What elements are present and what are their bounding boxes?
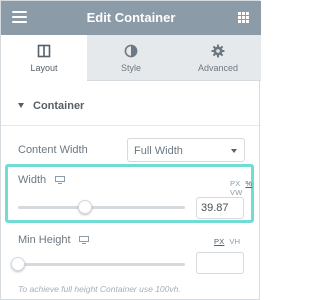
width-slider-track[interactable]	[18, 206, 185, 209]
responsive-desktop-icon[interactable]	[55, 176, 65, 184]
tab-style-label: Style	[120, 63, 141, 73]
min-height-value-input[interactable]	[196, 252, 244, 274]
unit-vh[interactable]: VH	[229, 237, 240, 246]
panel-tabs: Layout Style Advanced	[1, 35, 261, 82]
unit-px[interactable]: PX	[230, 179, 240, 188]
unit-percent[interactable]: %	[245, 179, 252, 188]
columns-icon	[37, 44, 51, 58]
tab-layout-label: Layout	[30, 63, 58, 73]
section-title: Container	[33, 100, 85, 112]
width-slider-handle[interactable]	[77, 200, 92, 214]
hamburger-menu-icon[interactable]	[12, 11, 27, 23]
editor-panel: Edit Container Layout Style Advanced Con…	[0, 0, 261, 300]
content-width-select[interactable]: Full Width	[127, 138, 245, 162]
content-width-label: Content Width	[18, 144, 88, 156]
width-value-input[interactable]: 39.87	[196, 197, 244, 219]
width-unit-switcher: PX %VW	[225, 179, 259, 197]
tab-advanced-label: Advanced	[197, 63, 239, 73]
panel-header: Edit Container	[1, 1, 261, 35]
gear-icon	[211, 44, 225, 58]
section-divider	[1, 125, 261, 126]
width-label: Width	[18, 174, 47, 186]
tab-layout[interactable]: Layout	[1, 35, 87, 82]
unit-px-min-height[interactable]: PX	[214, 237, 224, 246]
tab-advanced[interactable]: Advanced	[175, 35, 261, 81]
min-height-label: Min Height	[18, 234, 71, 246]
unit-vw[interactable]: VW	[230, 188, 242, 197]
min-height-unit-switcher: PX VH	[209, 237, 240, 246]
half-circle-icon	[124, 44, 138, 58]
section-container-toggle[interactable]: Container	[1, 93, 261, 119]
min-height-help-text: To achieve full height Container use 100…	[18, 284, 181, 294]
panel-title: Edit Container	[86, 10, 176, 25]
chevron-down-icon	[231, 149, 237, 153]
min-height-slider-handle[interactable]	[11, 257, 25, 271]
responsive-desktop-icon-min-height[interactable]	[79, 236, 89, 244]
tab-style[interactable]: Style	[88, 35, 174, 81]
content-width-value: Full Width	[134, 145, 183, 157]
caret-down-icon	[18, 103, 24, 108]
min-height-slider-track[interactable]	[18, 263, 185, 266]
widgets-grid-icon[interactable]	[238, 12, 249, 23]
